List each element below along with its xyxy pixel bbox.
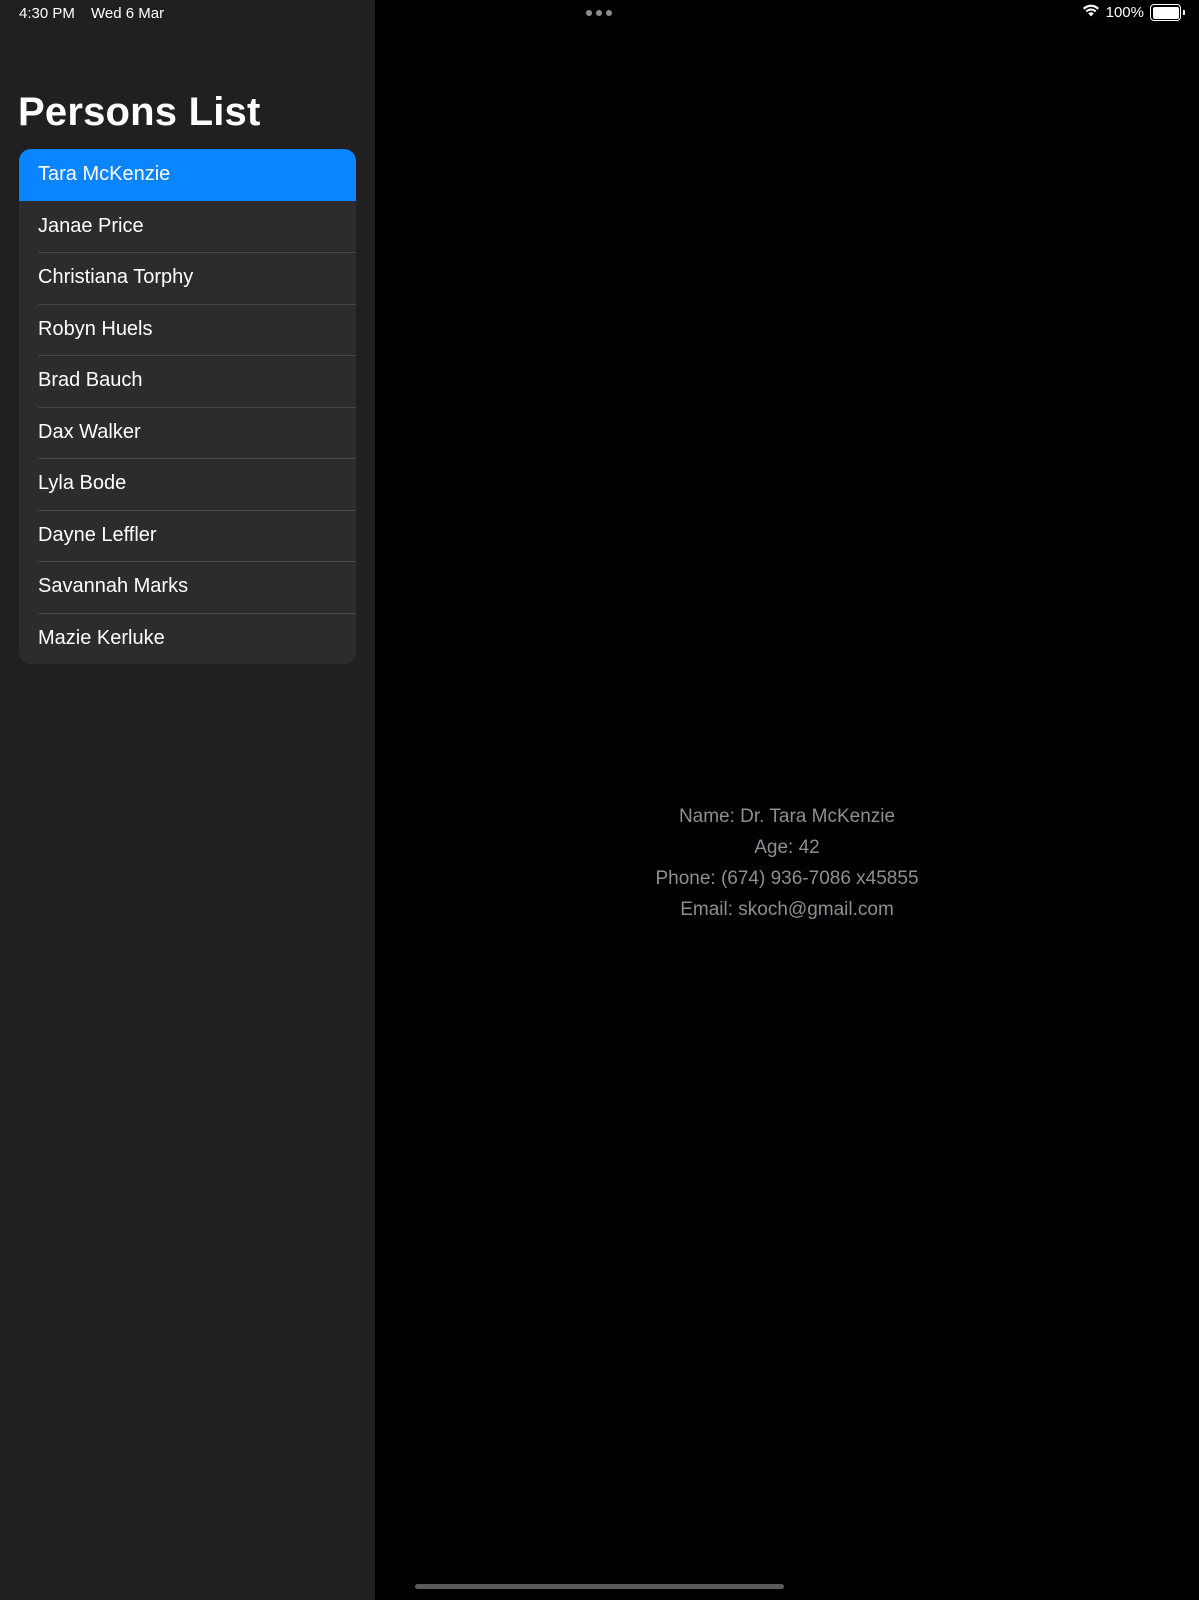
detail-phone: Phone: (674) 936-7086 x45855 [655, 868, 919, 889]
detail-email: Email: skoch@gmail.com [680, 899, 894, 920]
wifi-icon [1082, 4, 1100, 21]
persons-list: Tara McKenzie Janae Price Christiana Torph… [19, 149, 356, 664]
person-row[interactable]: Dax Walker [19, 406, 356, 459]
person-row[interactable]: Christiana Torphy [19, 252, 356, 304]
detail-name: Name: Dr. Tara McKenzie [678, 806, 896, 827]
detail-age: Age: 42 [754, 837, 820, 858]
person-row[interactable]: Dayne Leffler [19, 509, 356, 562]
status-bar-right: 100% [1082, 4, 1185, 21]
home-indicator[interactable] [415, 1584, 784, 1589]
battery-icon [1150, 4, 1185, 21]
person-row[interactable]: Mazie Kerluke [19, 612, 356, 665]
person-name: Tara McKenzie [38, 163, 171, 186]
status-bar-time: 4:30 PM Wed 6 Mar [19, 5, 164, 22]
person-name: Christiana Torphy [38, 266, 194, 289]
person-details: Name: Dr. Tara McKenzie Age: 42 Phone: (… [375, 801, 1199, 925]
person-row[interactable]: Lyla Bode [19, 458, 356, 510]
person-name: Savannah Marks [38, 575, 189, 598]
person-row[interactable]: Tara McKenzie [19, 149, 356, 201]
detail-pane: Name: Dr. Tara McKenzie Age: 42 Phone: (… [375, 0, 1199, 1600]
status-date: Wed 6 Mar [91, 5, 165, 22]
person-row[interactable]: Brad Bauch [19, 355, 356, 407]
person-name: Dayne Leffler [38, 523, 157, 546]
multitask-dots-icon[interactable] [586, 10, 612, 16]
person-name: Mazie Kerluke [38, 626, 165, 649]
person-name: Robyn Huels [38, 317, 153, 340]
person-name: Dax Walker [38, 420, 141, 443]
person-name: Lyla Bode [38, 472, 127, 495]
status-time: 4:30 PM [19, 5, 75, 22]
person-row[interactable]: Savannah Marks [19, 561, 356, 613]
page-title: Persons List [18, 90, 261, 134]
battery-fill [1152, 6, 1179, 19]
person-name: Brad Bauch [38, 369, 143, 392]
person-row[interactable]: Robyn Huels [19, 303, 356, 356]
person-row[interactable]: Janae Price [19, 201, 356, 253]
person-name: Janae Price [38, 214, 144, 237]
battery-percent: 100% [1105, 4, 1144, 21]
